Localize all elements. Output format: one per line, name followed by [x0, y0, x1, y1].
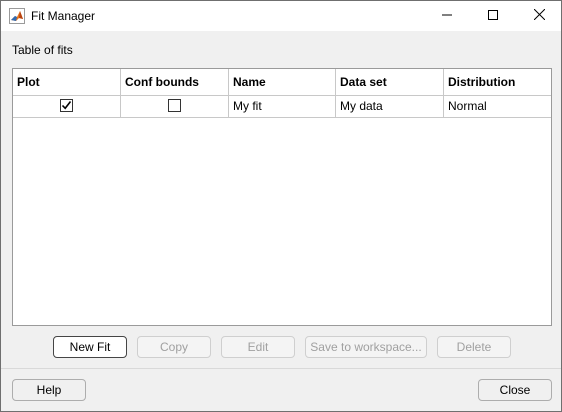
help-button[interactable]: Help	[12, 379, 86, 401]
column-header-name[interactable]: Name	[229, 69, 336, 95]
data-set-name: My data	[340, 99, 383, 113]
footer-divider	[1, 368, 561, 369]
delete-button[interactable]: Delete	[437, 336, 511, 358]
cell-distribution[interactable]: Normal	[444, 96, 551, 117]
column-header-data-set[interactable]: Data set	[336, 69, 444, 95]
column-header-plot[interactable]: Plot	[13, 69, 121, 95]
matlab-app-icon	[9, 8, 25, 24]
checkmark-icon	[61, 101, 72, 110]
cell-plot	[13, 96, 121, 117]
close-icon	[533, 8, 545, 23]
fits-table: Plot Conf bounds Name Data set Distribut…	[12, 68, 552, 326]
title-bar: Fit Manager	[1, 1, 561, 31]
conf-bounds-checkbox[interactable]	[168, 99, 181, 112]
cell-conf-bounds	[121, 96, 229, 117]
cell-name[interactable]: My fit	[229, 96, 336, 117]
new-fit-button[interactable]: New Fit	[53, 336, 127, 358]
fit-manager-window: Fit Manager Table of fits Plot Conf boun…	[0, 0, 562, 412]
column-header-distribution[interactable]: Distribution	[444, 69, 551, 95]
table-header: Plot Conf bounds Name Data set Distribut…	[13, 69, 551, 96]
save-to-workspace-button[interactable]: Save to workspace...	[305, 336, 427, 358]
distribution-name: Normal	[448, 99, 487, 113]
fit-name: My fit	[233, 99, 262, 113]
close-window-button[interactable]	[516, 1, 562, 31]
maximize-icon	[488, 9, 498, 23]
edit-button[interactable]: Edit	[221, 336, 295, 358]
table-row[interactable]: My fit My data Normal	[13, 96, 551, 118]
minimize-icon	[442, 9, 452, 23]
column-header-conf-bounds[interactable]: Conf bounds	[121, 69, 229, 95]
minimize-button[interactable]	[424, 1, 470, 31]
section-label: Table of fits	[12, 43, 73, 57]
copy-button[interactable]: Copy	[137, 336, 211, 358]
maximize-button[interactable]	[470, 1, 516, 31]
cell-data-set[interactable]: My data	[336, 96, 444, 117]
window-title: Fit Manager	[31, 9, 96, 23]
plot-checkbox[interactable]	[60, 99, 73, 112]
close-button[interactable]: Close	[478, 379, 552, 401]
